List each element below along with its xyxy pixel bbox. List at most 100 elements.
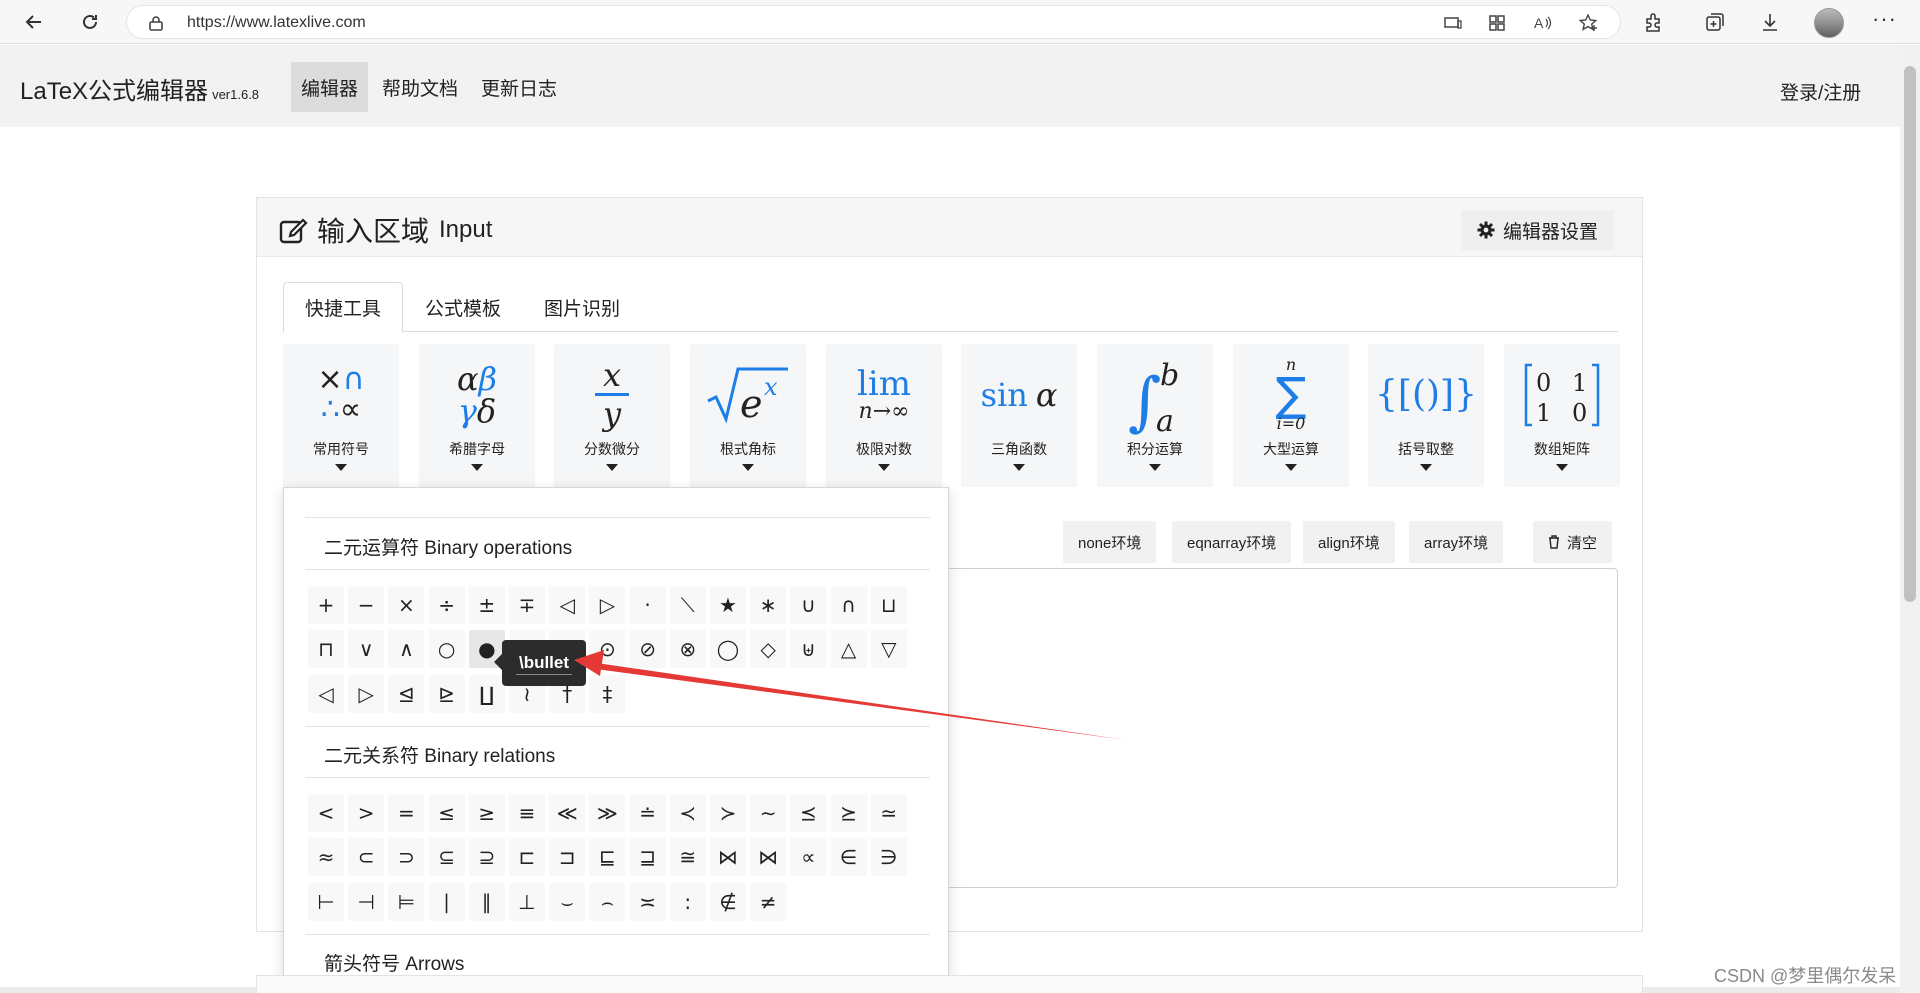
symbol-button[interactable]: ⌣: [549, 883, 586, 921]
more-menu-icon[interactable]: ···: [1872, 6, 1897, 32]
symbol-button[interactable]: ⊢: [308, 883, 344, 921]
symbol-button[interactable]: ‡: [589, 675, 626, 713]
symbol-button[interactable]: ◇: [750, 630, 787, 668]
symbol-button[interactable]: ⊵: [428, 675, 465, 713]
clear-button[interactable]: 清空: [1533, 521, 1613, 563]
back-button[interactable]: [18, 6, 50, 38]
extensions-icon[interactable]: [1642, 10, 1666, 34]
symbol-button[interactable]: ⊨: [388, 883, 425, 921]
symbol-button[interactable]: ≥: [468, 794, 505, 832]
tool-greek-letters[interactable]: αβ γδ 希腊字母: [419, 344, 535, 487]
symbol-button[interactable]: ⊴: [388, 675, 425, 713]
symbol-button[interactable]: ⌢: [589, 883, 626, 921]
symbol-button[interactable]: ≈: [308, 838, 344, 876]
tab-formula-templates[interactable]: 公式模板: [404, 282, 522, 333]
symbol-button[interactable]: ⊒: [629, 838, 666, 876]
tool-limit[interactable]: lim n→∞ 极限对数: [826, 344, 942, 487]
symbol-button[interactable]: ∓: [509, 586, 545, 624]
tab-quick-tools[interactable]: 快捷工具: [283, 282, 404, 333]
symbol-button[interactable]: ≺: [669, 794, 706, 832]
symbol-button[interactable]: ≅: [669, 838, 706, 876]
symbol-button[interactable]: ∐: [468, 675, 505, 713]
scrollbar-thumb[interactable]: [1904, 66, 1916, 602]
env-none-button[interactable]: none环境: [1063, 521, 1157, 563]
env-array-button[interactable]: array环境: [1409, 521, 1504, 563]
tool-common-symbols[interactable]: ×∩ ∴∝ 常用符号: [283, 344, 399, 487]
symbol-button[interactable]: ∨: [348, 630, 385, 668]
symbol-button[interactable]: ∥: [468, 883, 505, 921]
tool-radical[interactable]: e x 根式角标: [690, 344, 806, 487]
symbol-button[interactable]: ÷: [428, 586, 465, 624]
symbol-button[interactable]: ×: [388, 586, 425, 624]
symbol-button[interactable]: ≠: [750, 883, 787, 921]
symbol-button[interactable]: <: [308, 794, 344, 832]
symbol-button[interactable]: ≡: [509, 794, 545, 832]
symbol-button[interactable]: ∋: [870, 838, 907, 876]
symbol-button[interactable]: ⊔: [870, 586, 907, 624]
symbol-button[interactable]: ⊂: [348, 838, 385, 876]
symbol-button[interactable]: ∼: [750, 794, 787, 832]
tool-matrix[interactable]: 0 1 1 0 数组矩阵: [1504, 344, 1620, 487]
apps-icon[interactable]: [1487, 14, 1507, 32]
symbol-button[interactable]: ≃: [870, 794, 907, 832]
symbol-button[interactable]: △: [830, 630, 867, 668]
symbol-button[interactable]: ⪯: [790, 794, 827, 832]
tool-fraction[interactable]: x y 分数微分: [554, 344, 670, 487]
symbol-button[interactable]: ⊓: [308, 630, 344, 668]
symbol-button[interactable]: ▽: [870, 630, 907, 668]
brand-logo[interactable]: LaTeX公式编辑器 ver1.6.8: [20, 71, 259, 106]
symbol-button[interactable]: ⊥: [509, 883, 545, 921]
symbol-button[interactable]: ⊗: [669, 630, 706, 668]
symbol-button[interactable]: ⊑: [589, 838, 626, 876]
device-icon[interactable]: [1443, 14, 1463, 32]
nav-item-editor[interactable]: 编辑器: [291, 62, 369, 112]
symbol-button[interactable]: :: [669, 883, 706, 921]
symbol-button[interactable]: ≫: [589, 794, 626, 832]
symbol-button[interactable]: ∩: [830, 586, 867, 624]
symbol-button[interactable]: ⊙: [589, 630, 626, 668]
address-bar[interactable]: https://www.latexlive.com A: [126, 5, 1621, 39]
tool-large-operators[interactable]: n ∑ i=0 大型运算: [1233, 344, 1349, 487]
symbol-button[interactable]: ⊇: [468, 838, 505, 876]
symbol-button[interactable]: ∪: [790, 586, 827, 624]
symbol-button[interactable]: ∈: [830, 838, 867, 876]
symbol-button[interactable]: =: [388, 794, 425, 832]
latex-input-area[interactable]: [941, 568, 1618, 888]
symbol-button[interactable]: ∧: [388, 630, 425, 668]
symbol-button[interactable]: ≐: [629, 794, 666, 832]
collections-icon[interactable]: [1703, 10, 1727, 34]
symbol-button[interactable]: +: [308, 586, 344, 624]
symbol-button[interactable]: ▷: [589, 586, 626, 624]
env-align-button[interactable]: align环境: [1303, 521, 1395, 563]
tool-integral[interactable]: ∫ b a 积分运算: [1097, 344, 1213, 487]
symbol-button[interactable]: ·: [629, 586, 666, 624]
symbol-button[interactable]: ⊏: [509, 838, 545, 876]
symbol-button[interactable]: >: [348, 794, 385, 832]
symbol-button[interactable]: ⊆: [428, 838, 465, 876]
symbol-button[interactable]: ≍: [629, 883, 666, 921]
symbol-button[interactable]: ⊘: [629, 630, 666, 668]
symbol-button[interactable]: ○: [428, 630, 465, 668]
symbol-button[interactable]: ⊃: [388, 838, 425, 876]
symbol-button[interactable]: ⊐: [549, 838, 586, 876]
symbol-button[interactable]: ◁: [308, 675, 344, 713]
read-aloud-icon[interactable]: A: [1533, 14, 1553, 32]
symbol-button[interactable]: ≪: [549, 794, 586, 832]
downloads-icon[interactable]: [1758, 10, 1782, 34]
tool-brackets[interactable]: {[()]} 括号取整: [1368, 344, 1484, 487]
nav-item-help[interactable]: 帮助文档: [372, 62, 468, 112]
symbol-button[interactable]: ⊎: [790, 630, 827, 668]
symbol-button[interactable]: ⊣: [348, 883, 385, 921]
env-eqnarray-button[interactable]: eqnarray环境: [1172, 521, 1292, 563]
symbol-button[interactable]: ∣: [428, 883, 465, 921]
symbol-button[interactable]: ⟍: [669, 586, 706, 624]
symbol-button[interactable]: ◯: [710, 630, 746, 668]
profile-avatar[interactable]: [1814, 8, 1844, 38]
reload-button[interactable]: [74, 6, 106, 38]
symbol-button[interactable]: ⋈: [710, 838, 746, 876]
nav-item-changelog[interactable]: 更新日志: [471, 62, 567, 112]
symbol-button[interactable]: −: [348, 586, 385, 624]
editor-settings-button[interactable]: 编辑器设置: [1461, 210, 1615, 250]
symbol-button[interactable]: ∉: [710, 883, 746, 921]
symbol-button[interactable]: ⪰: [830, 794, 867, 832]
